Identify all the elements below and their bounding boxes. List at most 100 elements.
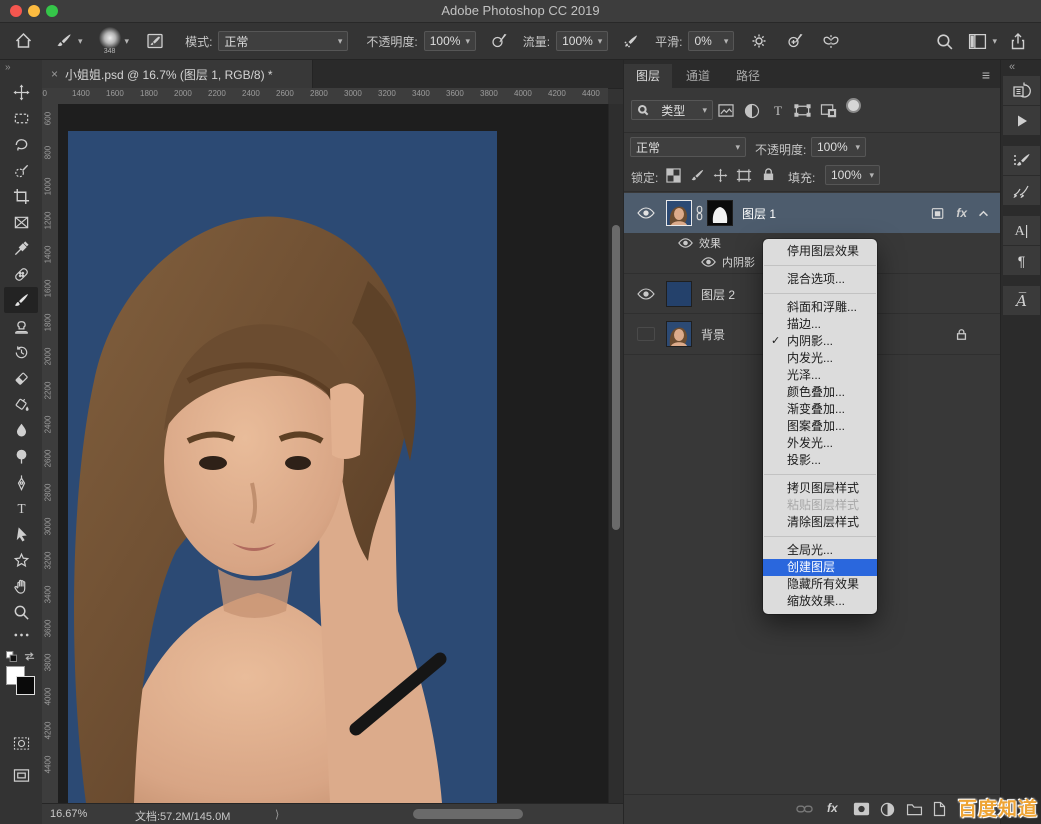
edit-toolbar-icon[interactable]	[4, 625, 38, 645]
brush-tool-preset-icon[interactable]: ▾	[55, 32, 83, 50]
dodge-tool[interactable]	[4, 443, 38, 469]
context-menu-item[interactable]: 外发光...	[763, 435, 877, 452]
airbrush-icon[interactable]	[622, 32, 641, 50]
context-menu-item[interactable]: 光泽...	[763, 367, 877, 384]
visibility-eye-icon[interactable]	[701, 257, 716, 267]
visibility-eye-icon[interactable]	[637, 288, 655, 300]
fill-select[interactable]: 100%▾	[825, 165, 880, 185]
document-tab[interactable]: × 小姐姐.psd @ 16.7% (图层 1, RGB/8) *	[42, 60, 313, 88]
lock-artboard-icon[interactable]	[736, 168, 752, 183]
filter-pixel-layers-icon[interactable]	[717, 103, 735, 118]
new-layer-icon[interactable]	[932, 801, 946, 817]
chevron-down-icon[interactable]: ▾	[125, 36, 130, 47]
move-tool[interactable]	[4, 79, 38, 105]
collapse-effects-chevron-icon[interactable]	[978, 210, 989, 217]
default-colors-icon[interactable]	[6, 651, 17, 662]
visibility-eye-empty-well[interactable]	[637, 327, 655, 341]
zoom-level-field[interactable]: 16.67%	[50, 808, 87, 820]
filter-toggle-switch[interactable]	[846, 98, 861, 113]
opacity-pressure-icon[interactable]	[490, 32, 509, 50]
search-icon[interactable]	[935, 32, 954, 51]
lock-image-pixels-icon[interactable]	[690, 168, 705, 183]
zoom-tool[interactable]	[4, 599, 38, 625]
status-chevron-icon[interactable]: ⟩	[275, 808, 279, 821]
clone-stamp-tool[interactable]	[4, 313, 38, 339]
close-tab-icon[interactable]: ×	[51, 67, 58, 81]
filter-type-layers-icon[interactable]: T	[770, 102, 786, 118]
filter-adjustment-layers-icon[interactable]	[744, 103, 760, 119]
layer-thumbnail[interactable]	[666, 200, 692, 226]
glyphs-panel-icon[interactable]: A̅	[1003, 286, 1040, 315]
quick-selection-tool[interactable]	[4, 157, 38, 183]
filter-type-select[interactable]: 类型 ▾	[631, 100, 713, 120]
screen-mode-button[interactable]	[4, 762, 38, 788]
brush-settings-panel-icon[interactable]	[1003, 146, 1040, 175]
filter-smart-objects-icon[interactable]	[820, 103, 837, 118]
layer-fx-badge[interactable]: fx	[956, 206, 967, 220]
context-menu-item[interactable]: 颜色叠加...	[763, 384, 877, 401]
context-menu-item[interactable]: 停用图层效果	[763, 243, 877, 260]
history-brush-tool[interactable]	[4, 339, 38, 365]
collapse-panels-icon[interactable]: «	[1009, 61, 1014, 73]
lasso-tool[interactable]	[4, 131, 38, 157]
tab-channels[interactable]: 通道	[674, 64, 722, 88]
custom-shape-tool[interactable]	[4, 547, 38, 573]
actions-panel-icon[interactable]	[1003, 106, 1040, 135]
add-layer-style-icon[interactable]: fx	[827, 801, 838, 815]
brushes-panel-icon[interactable]	[1003, 176, 1040, 205]
layer-thumbnail[interactable]	[666, 321, 692, 347]
paint-bucket-tool[interactable]	[4, 391, 38, 417]
quick-mask-mode-button[interactable]	[4, 730, 38, 756]
visibility-eye-icon[interactable]	[678, 238, 693, 248]
layer-blend-mode-select[interactable]: 正常▾	[630, 137, 746, 157]
toolbar-collapse-icon[interactable]: »	[0, 60, 42, 79]
paint-symmetry-icon[interactable]	[821, 32, 841, 51]
context-menu-item[interactable]: 创建图层	[763, 559, 877, 576]
size-pressure-icon[interactable]	[786, 32, 805, 50]
opacity-select[interactable]: 100%▾	[424, 31, 476, 51]
gear-icon[interactable]	[750, 32, 768, 50]
layer-mask-thumbnail[interactable]	[707, 200, 733, 226]
lock-position-icon[interactable]	[713, 168, 728, 183]
filter-shape-layers-icon[interactable]	[794, 103, 811, 118]
link-layers-icon[interactable]	[796, 803, 813, 815]
panel-menu-icon[interactable]: ≡	[982, 67, 990, 83]
foreground-background-swatches[interactable]	[6, 666, 36, 696]
swap-colors-icon[interactable]	[23, 651, 36, 662]
context-menu-item[interactable]: 斜面和浮雕...	[763, 299, 877, 316]
brush-tool[interactable]	[4, 287, 38, 313]
visibility-eye-icon[interactable]	[637, 207, 655, 219]
new-group-icon[interactable]	[906, 803, 923, 816]
layer-name[interactable]: 背景	[701, 326, 725, 343]
path-selection-tool[interactable]	[4, 521, 38, 547]
background-color-swatch[interactable]	[16, 676, 35, 695]
add-layer-mask-icon[interactable]	[853, 802, 870, 816]
blur-tool[interactable]	[4, 417, 38, 443]
new-adjustment-layer-icon[interactable]	[880, 802, 895, 817]
context-menu-item[interactable]: 描边...	[763, 316, 877, 333]
pen-tool[interactable]	[4, 469, 38, 495]
hand-tool[interactable]	[4, 573, 38, 599]
layer-row-layer1[interactable]: 图层 1 fx	[624, 193, 1001, 233]
context-menu-item[interactable]: 拷贝图层样式	[763, 480, 877, 497]
tab-paths[interactable]: 路径	[724, 64, 772, 88]
context-menu-item[interactable]: 图案叠加...	[763, 418, 877, 435]
layer-name[interactable]: 图层 2	[701, 286, 735, 303]
toggle-brush-settings-panel-icon[interactable]	[145, 32, 165, 50]
type-tool[interactable]: T	[4, 495, 38, 521]
photo-canvas[interactable]	[68, 131, 497, 803]
context-menu-item[interactable]: 内发光...	[763, 350, 877, 367]
character-panel-icon[interactable]: A|	[1003, 216, 1040, 245]
tab-layers[interactable]: 图层	[624, 64, 672, 88]
paragraph-panel-icon[interactable]: ¶	[1003, 246, 1040, 275]
smoothing-select[interactable]: 0%▾	[688, 31, 734, 51]
context-menu-item[interactable]: 缩放效果...	[763, 593, 877, 610]
history-panel-icon[interactable]	[1003, 76, 1040, 105]
context-menu-item[interactable]: 投影...	[763, 452, 877, 469]
vertical-scrollbar-thumb[interactable]	[612, 225, 620, 530]
context-menu-item[interactable]: 渐变叠加...	[763, 401, 877, 418]
rectangular-marquee-tool[interactable]	[4, 105, 38, 131]
share-icon[interactable]	[1009, 32, 1027, 51]
context-menu-item[interactable]: 混合选项...	[763, 271, 877, 288]
horizontal-scrollbar-thumb[interactable]	[413, 809, 523, 819]
